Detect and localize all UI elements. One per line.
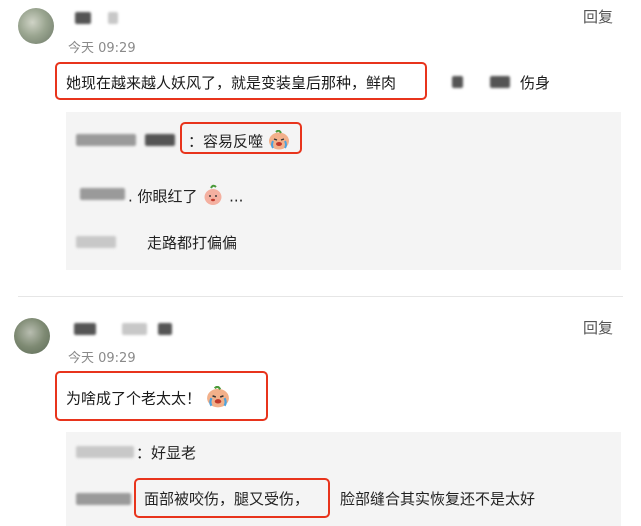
username-redacted (76, 446, 134, 458)
username-redacted (122, 323, 147, 335)
comment-time: 今天 09:29 (68, 351, 136, 366)
avatar[interactable] (18, 8, 54, 44)
reply-text-suffix: ... (229, 187, 244, 206)
reply-text-content: . 你眼红了 (128, 187, 198, 206)
reply-text-tail: 脸部缝合其实恢复还不是太好 (340, 490, 536, 508)
text-redacted (490, 76, 510, 88)
reply-button[interactable]: 回复 (583, 6, 613, 27)
comment-text: 为啥成了个老太太！ (66, 385, 230, 412)
reply-text: ：容易反噬 (188, 129, 290, 154)
crying-face-icon (206, 385, 230, 412)
comment-text-start: 她现在越来越人妖风了，就是变装皇后那种，鲜肉 (66, 74, 397, 92)
reply-button[interactable]: 回复 (583, 317, 613, 338)
reply-text: ：好显老 (136, 444, 197, 462)
comment-text-content: 为啥成了个老太太！ (66, 389, 202, 408)
text-redacted (452, 76, 463, 88)
peach-face-icon (202, 184, 224, 210)
comment-time: 今天 09:29 (68, 41, 136, 56)
divider (18, 296, 623, 297)
username-redacted (80, 188, 125, 200)
username-redacted (74, 323, 96, 335)
username-redacted (75, 12, 91, 24)
username-redacted (76, 134, 136, 146)
username-redacted (158, 323, 172, 335)
crying-face-icon (268, 129, 290, 154)
reply-text: . 你眼红了 ... (128, 184, 243, 210)
username-redacted (145, 134, 175, 146)
reply-text: 面部被咬伤，腿又受伤， (144, 490, 310, 508)
reply-text: 走路都打偏偏 (147, 234, 238, 252)
username-redacted (76, 236, 116, 248)
username-redacted (108, 12, 118, 24)
username-redacted (76, 493, 131, 505)
avatar[interactable] (14, 318, 50, 354)
comment-text-end: 伤身 (520, 74, 551, 92)
comment-text: 她现在越来越人妖风了，就是变装皇后那种，鲜肉 (66, 72, 396, 93)
reply-text-content: ：容易反噬 (188, 132, 264, 151)
